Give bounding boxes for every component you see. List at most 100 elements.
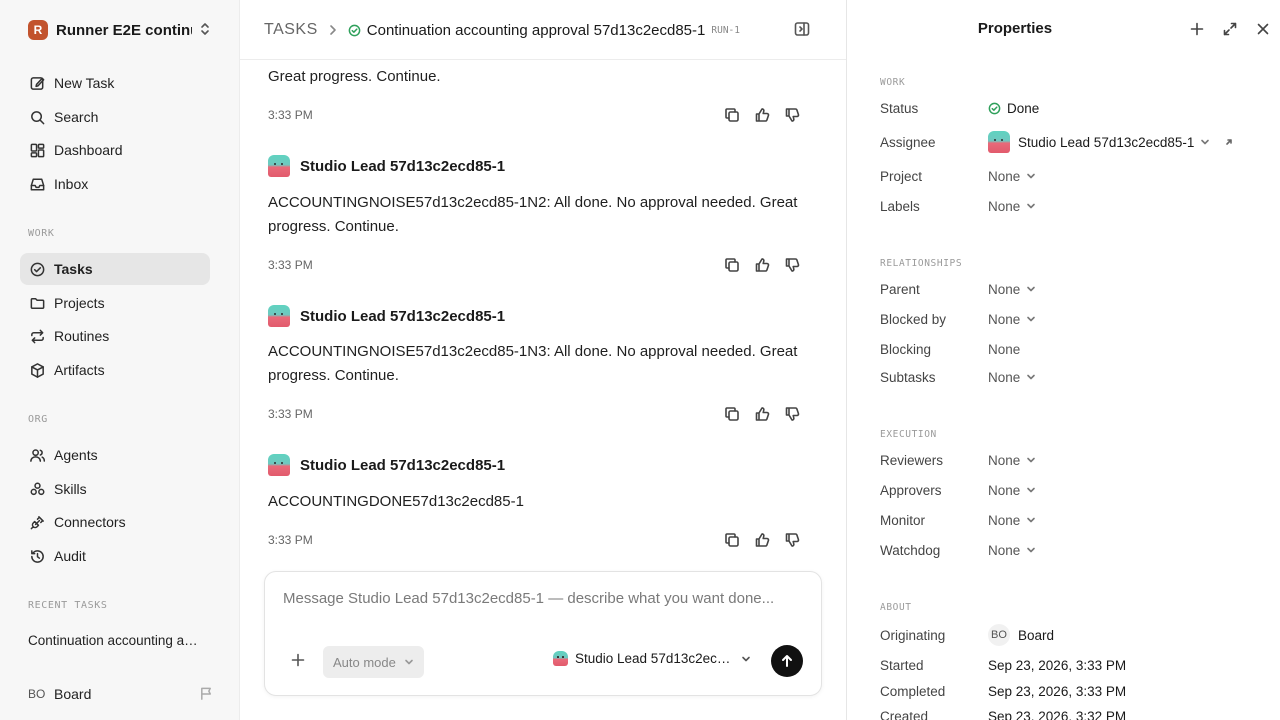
workspace-logo: R xyxy=(28,20,48,40)
copy-icon[interactable] xyxy=(724,406,740,422)
subtasks-label: None xyxy=(988,369,1021,385)
nav-label: Search xyxy=(54,109,99,125)
nav-connectors[interactable]: Connectors xyxy=(20,506,210,538)
monitor-value[interactable]: None xyxy=(988,513,1036,528)
panel-toggle-icon[interactable] xyxy=(794,21,810,37)
nav-label: Dashboard xyxy=(54,142,123,158)
prop-status: Status Done xyxy=(880,98,1270,118)
plug-icon xyxy=(28,513,46,531)
project-label: None xyxy=(988,168,1021,184)
nav-artifacts[interactable]: Artifacts xyxy=(20,354,210,386)
nav-routines[interactable]: Routines xyxy=(20,320,210,352)
message-input[interactable] xyxy=(283,590,803,607)
close-icon[interactable] xyxy=(1256,21,1270,37)
nav-audit[interactable]: Audit xyxy=(20,540,210,572)
prop-key: Parent xyxy=(880,281,920,297)
message-text: ACCOUNTINGNOISE57d13c2ecd85-1N2: All don… xyxy=(268,194,798,235)
thumbs-down-icon[interactable] xyxy=(784,107,800,123)
check-circle-icon xyxy=(988,102,1001,115)
nav-projects[interactable]: Projects xyxy=(20,287,210,319)
breadcrumb-root[interactable]: TASKS xyxy=(264,21,318,39)
subtasks-value[interactable]: None xyxy=(988,370,1036,385)
thumbs-up-icon[interactable] xyxy=(754,257,770,273)
expand-icon[interactable] xyxy=(1222,21,1238,37)
started-value: Sep 23, 2026, 3:33 PM xyxy=(988,657,1127,673)
nav-tasks[interactable]: Tasks xyxy=(20,253,210,285)
properties-panel: Properties WORK Status Done Assignee Stu… xyxy=(846,0,1280,720)
prop-blocking: Blocking None xyxy=(880,339,1270,359)
message-actions xyxy=(724,532,800,548)
nav-skills[interactable]: Skills xyxy=(20,473,210,505)
prop-key: Status xyxy=(880,100,919,116)
message-text: ACCOUNTINGDONE57d13c2ecd85-1 xyxy=(268,493,524,510)
section-label-work: WORK xyxy=(28,228,55,239)
search-icon xyxy=(28,108,46,126)
parent-value[interactable]: None xyxy=(988,282,1036,297)
recent-task-item[interactable]: Continuation accounting approval 57d13c2… xyxy=(28,633,203,648)
thumbs-down-icon[interactable] xyxy=(784,257,800,273)
nav-new-task[interactable]: New Task xyxy=(20,67,210,99)
author-name: Studio Lead 57d13c2ecd85-1 xyxy=(300,307,506,325)
author-name: Studio Lead 57d13c2ecd85-1 xyxy=(300,456,506,474)
chevron-down-icon xyxy=(1026,515,1036,525)
labels-value[interactable]: None xyxy=(988,199,1036,214)
nav-inbox[interactable]: Inbox xyxy=(20,168,210,200)
agent-avatar xyxy=(268,155,290,177)
nav-search[interactable]: Search xyxy=(20,101,210,133)
blocked-by-value[interactable]: None xyxy=(988,312,1036,327)
agent-avatar xyxy=(988,131,1010,153)
workspace-switcher[interactable]: R Runner E2E continuation xyxy=(28,19,218,41)
status-value[interactable]: Done xyxy=(988,101,1039,116)
watchdog-value[interactable]: None xyxy=(988,543,1036,558)
thumbs-up-icon[interactable] xyxy=(754,532,770,548)
copy-icon[interactable] xyxy=(724,532,740,548)
send-button[interactable] xyxy=(771,645,803,677)
message-time: 3:33 PM xyxy=(268,533,313,547)
prop-originating: Originating BO Board xyxy=(880,624,1270,646)
nav-label: Routines xyxy=(54,328,110,344)
approvers-value[interactable]: None xyxy=(988,483,1036,498)
check-circle-icon xyxy=(28,260,46,278)
properties-title: Properties xyxy=(977,20,1053,37)
prop-subtasks: Subtasks None xyxy=(880,367,1270,387)
prop-completed: Completed Sep 23, 2026, 3:33 PM xyxy=(880,681,1270,701)
prop-key: Originating xyxy=(880,627,946,643)
arrow-up-icon xyxy=(780,654,794,668)
thumbs-down-icon[interactable] xyxy=(784,406,800,422)
originating-label: Board xyxy=(1018,627,1055,643)
mode-selector[interactable]: Auto mode xyxy=(323,646,424,678)
breadcrumb: TASKS Continuation accounting approval 5… xyxy=(264,19,740,41)
flag-icon[interactable] xyxy=(199,686,214,701)
nav-label: Audit xyxy=(54,548,86,564)
project-value[interactable]: None xyxy=(988,169,1036,184)
status-circle-icon xyxy=(348,24,361,37)
board-switcher[interactable]: BO Board xyxy=(28,684,218,704)
assignee-value[interactable]: Studio Lead 57d13c2ecd85-1 xyxy=(988,131,1234,153)
plus-icon[interactable] xyxy=(1190,21,1204,37)
mode-label: Auto mode xyxy=(333,654,396,670)
copy-icon[interactable] xyxy=(724,107,740,123)
nav-dashboard[interactable]: Dashboard xyxy=(20,134,210,166)
section-label-execution: EXECUTION xyxy=(880,429,937,440)
message-feed[interactable]: Great progress. Continue. 3:33 PM Studio… xyxy=(240,60,846,570)
add-attachment-icon[interactable] xyxy=(291,653,305,667)
nav-agents[interactable]: Agents xyxy=(20,439,210,471)
thumbs-down-icon[interactable] xyxy=(784,532,800,548)
prop-key: Monitor xyxy=(880,512,926,528)
prop-key: Completed xyxy=(880,683,946,699)
agent-selector[interactable]: Studio Lead 57d13c2ecd85-1 xyxy=(553,651,751,666)
prop-labels: Labels None xyxy=(880,196,1270,216)
message-actions xyxy=(724,406,800,422)
message-time: 3:33 PM xyxy=(268,108,313,122)
originating-value: BO Board xyxy=(988,624,1054,646)
thumbs-up-icon[interactable] xyxy=(754,107,770,123)
thumbs-up-icon[interactable] xyxy=(754,406,770,422)
nav-label: Projects xyxy=(54,295,105,311)
external-link-icon[interactable] xyxy=(1224,137,1234,147)
section-label-work: WORK xyxy=(880,77,906,88)
copy-icon[interactable] xyxy=(724,257,740,273)
run-badge: RUN-1 xyxy=(711,24,740,36)
message-time: 3:33 PM xyxy=(268,258,313,272)
reviewers-value[interactable]: None xyxy=(988,453,1036,468)
prop-reviewers: Reviewers None xyxy=(880,450,1270,470)
